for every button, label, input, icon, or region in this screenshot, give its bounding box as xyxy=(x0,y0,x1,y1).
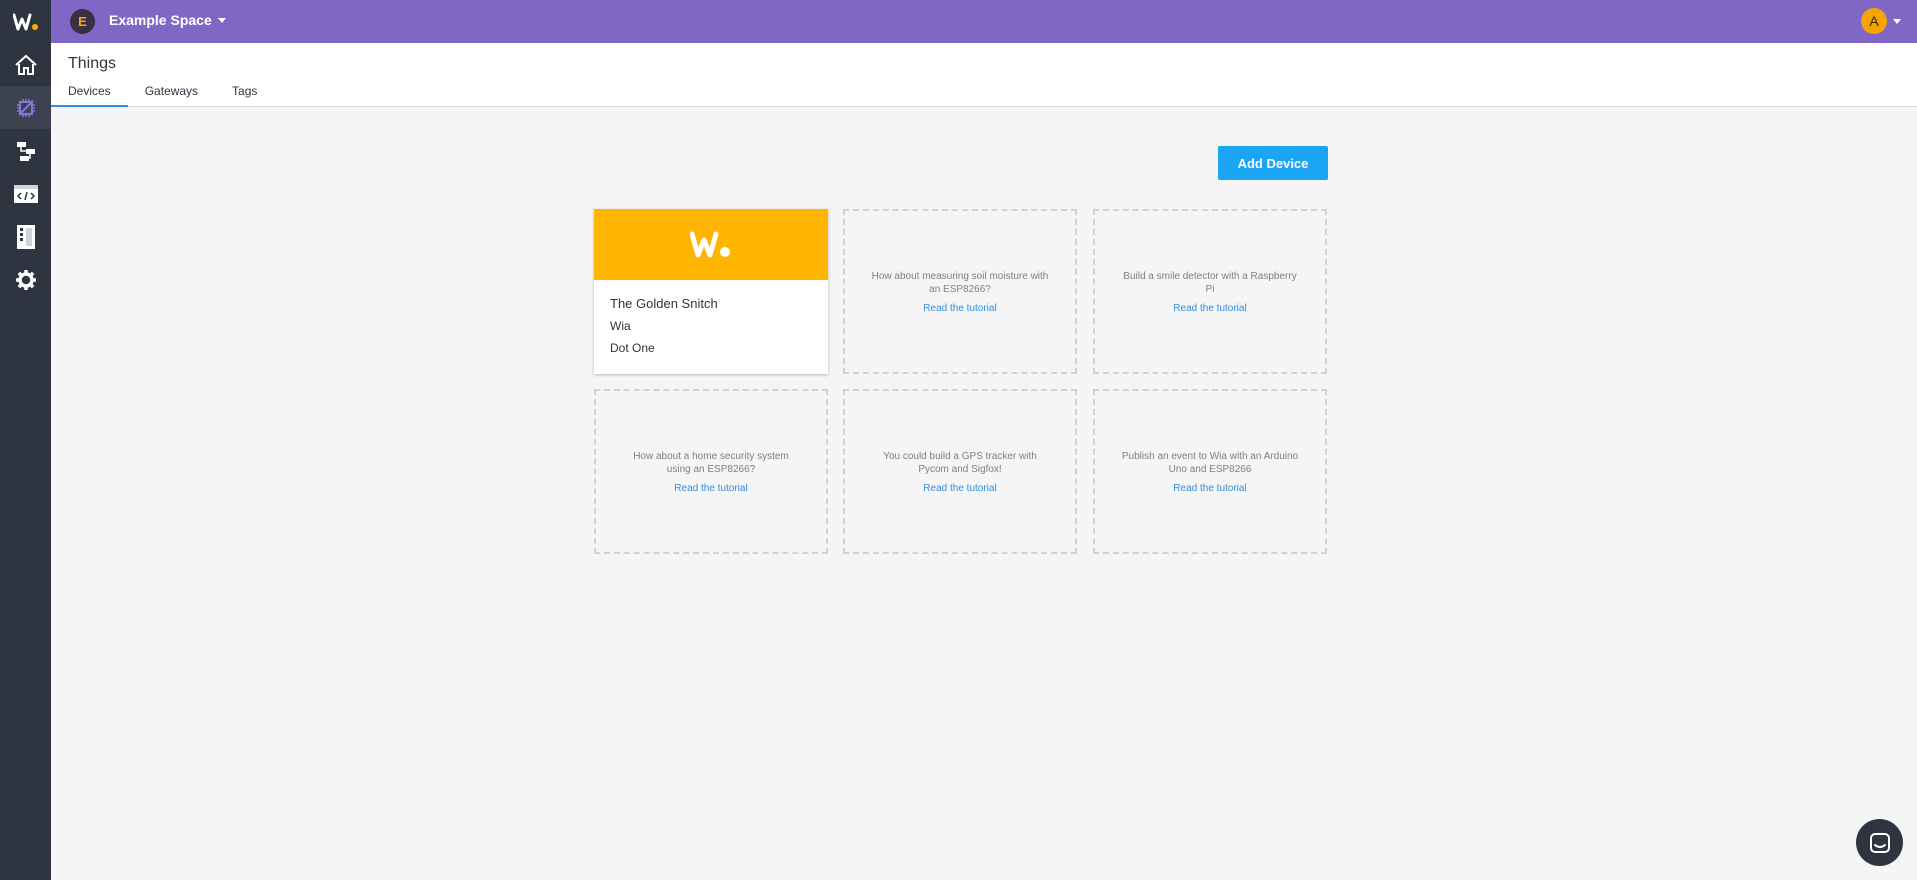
device-body: The Golden Snitch Wia Dot One xyxy=(594,280,828,355)
code-icon xyxy=(13,184,38,203)
flows-icon xyxy=(16,141,35,161)
chevron-down-icon xyxy=(217,17,226,23)
device-banner xyxy=(594,209,828,280)
wia-logo-icon xyxy=(690,231,730,257)
sidebar-item-things[interactable] xyxy=(0,86,51,129)
tutorial-card: Build a smile detector with a Raspberry … xyxy=(1093,209,1327,374)
tutorial-card: You could build a GPS tracker with Pycom… xyxy=(843,389,1077,554)
sidebar xyxy=(0,0,51,880)
space-avatar[interactable]: E xyxy=(70,9,95,34)
chat-icon xyxy=(1869,832,1890,853)
read-tutorial-link[interactable]: Read the tutorial xyxy=(1173,303,1246,314)
space-selector[interactable]: Example Space xyxy=(109,12,226,28)
gear-icon xyxy=(15,269,36,290)
tab-gateways[interactable]: Gateways xyxy=(128,81,215,107)
wia-logo-icon xyxy=(12,13,38,30)
tutorial-text: Publish an event to Wia with an Arduino … xyxy=(1121,450,1299,475)
tutorial-text: Build a smile detector with a Raspberry … xyxy=(1123,270,1297,295)
tutorial-text: How about a home security system using a… xyxy=(633,450,789,475)
sidebar-item-code[interactable] xyxy=(0,172,51,215)
space-name: Example Space xyxy=(109,12,212,28)
read-tutorial-link[interactable]: Read the tutorial xyxy=(923,303,996,314)
device-card[interactable]: The Golden Snitch Wia Dot One xyxy=(594,209,828,374)
tab-devices[interactable]: Devices xyxy=(51,81,128,107)
read-tutorial-link[interactable]: Read the tutorial xyxy=(1173,483,1246,494)
sidebar-item-home[interactable] xyxy=(0,43,51,86)
tab-bar: Devices Gateways Tags xyxy=(51,81,274,107)
dashboards-icon xyxy=(16,224,35,249)
device-name: The Golden Snitch xyxy=(610,296,718,311)
read-tutorial-link[interactable]: Read the tutorial xyxy=(674,483,747,494)
chat-launcher-button[interactable] xyxy=(1856,819,1903,866)
sidebar-item-flows[interactable] xyxy=(0,129,51,172)
chevron-down-icon xyxy=(1893,18,1901,24)
sidebar-item-dashboards[interactable] xyxy=(0,215,51,258)
add-device-button[interactable]: Add Device xyxy=(1218,146,1328,180)
sidebar-item-settings[interactable] xyxy=(0,258,51,301)
device-manufacturer: Wia xyxy=(610,319,631,333)
page-title: Things xyxy=(68,55,117,72)
things-icon xyxy=(16,98,35,117)
home-icon xyxy=(14,54,37,75)
tutorial-card: How about a home security system using a… xyxy=(594,389,828,554)
topbar: E Example Space A xyxy=(51,0,1917,43)
tutorial-card: How about measuring soil moisture with a… xyxy=(843,209,1077,374)
tab-tags[interactable]: Tags xyxy=(215,81,274,107)
device-type: Dot One xyxy=(610,341,655,355)
page-header: Things Devices Gateways Tags xyxy=(51,43,1917,107)
user-menu[interactable]: A xyxy=(1861,8,1901,34)
tutorial-text: How about measuring soil moisture with a… xyxy=(871,270,1049,295)
wia-logo[interactable] xyxy=(0,0,51,43)
tutorial-card: Publish an event to Wia with an Arduino … xyxy=(1093,389,1327,554)
user-avatar: A xyxy=(1861,8,1887,34)
tutorial-text: You could build a GPS tracker with Pycom… xyxy=(883,450,1037,475)
read-tutorial-link[interactable]: Read the tutorial xyxy=(923,483,996,494)
